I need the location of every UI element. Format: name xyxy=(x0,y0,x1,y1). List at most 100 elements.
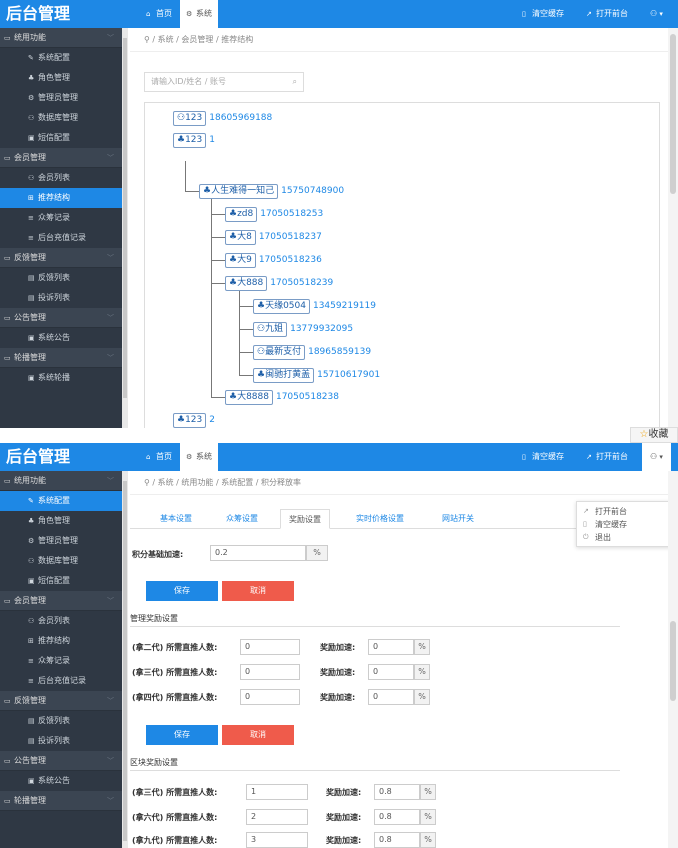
sidebar-item-system-carousel[interactable]: ▣ 系统轮播 xyxy=(0,368,122,388)
sidebar-item-feedback-list[interactable]: ▤ 反馈列表 xyxy=(0,711,122,731)
tree-node[interactable]: ♣大9 17050518236 xyxy=(225,253,322,268)
reward-speed-input[interactable]: 0.8 xyxy=(374,832,420,848)
reward-speed-input[interactable]: 0.8 xyxy=(374,784,420,800)
sidebar-group-general[interactable]: ▭ 统用功能 ﹀ xyxy=(0,28,122,48)
tree-node[interactable]: ♣人生难得一知己 15750748900 xyxy=(199,184,344,199)
manage-count-input[interactable]: 0 xyxy=(240,664,300,680)
tree-node[interactable]: ♣123 2 xyxy=(173,413,215,428)
sidebar-item-feedback-list[interactable]: ▤ 反馈列表 xyxy=(0,268,122,288)
tree-node[interactable]: ⚇123 18605969188 xyxy=(173,111,272,126)
tree-node[interactable]: ♣123 1 xyxy=(173,133,215,148)
main-scrollbar[interactable] xyxy=(668,471,678,848)
sidebar-item-roles[interactable]: ♣ 角色管理 xyxy=(0,68,122,88)
sidebar-item-recharge[interactable]: ≡ 后台充值记录 xyxy=(0,228,122,248)
sidebar-item-system-notice[interactable]: ▣ 系统公告 xyxy=(0,328,122,348)
tab-basic-settings[interactable]: 基本设置 xyxy=(160,509,192,529)
sidebar-group-carousel[interactable]: ▭ 轮播管理 ﹀ xyxy=(0,791,122,811)
sidebar-group-feedback[interactable]: ▭ 反馈管理 ﹀ xyxy=(0,691,122,711)
tree-node[interactable]: ♣天缘0504 13459219119 xyxy=(253,299,376,314)
sitemap-icon: ♣ xyxy=(28,74,35,82)
sidebar-group-notice[interactable]: ▭ 公告管理 ﹀ xyxy=(0,751,122,771)
sidebar-item-referral-tree[interactable]: ⊞ 推荐结构 xyxy=(0,188,122,208)
sidebar-group-carousel[interactable]: ▭ 轮播管理 ﹀ xyxy=(0,348,122,368)
sidebar-item-crowdfund[interactable]: ≡ 众筹记录 xyxy=(0,651,122,671)
sidebar-item-referral-tree[interactable]: ⊞ 推荐结构 xyxy=(0,631,122,651)
sidebar-item-admins[interactable]: ⚙ 管理员管理 xyxy=(0,531,122,551)
sidebar-item-admins[interactable]: ⚙ 管理员管理 xyxy=(0,88,122,108)
dropdown-logout[interactable]: ⏻ 退出 xyxy=(577,531,677,544)
reward-speed-input[interactable]: 0 xyxy=(368,664,414,680)
clear-cache-button[interactable]: ▯ 清空缓存 xyxy=(522,0,564,28)
sidebar-item-recharge[interactable]: ≡ 后台充值记录 xyxy=(0,671,122,691)
tab-system[interactable]: ⚙ 系统 xyxy=(180,443,218,471)
sidebar-group-notice[interactable]: ▭ 公告管理 ﹀ xyxy=(0,308,122,328)
tab-reward-settings[interactable]: 奖励设置 xyxy=(280,509,330,529)
sidebar-group-members[interactable]: ▭ 会员管理 ﹀ xyxy=(0,148,122,168)
search-input[interactable]: 请输入ID/姓名 / 账号 ⌕ xyxy=(144,72,304,92)
cancel-button[interactable]: 取消 xyxy=(222,581,294,601)
tree-node[interactable]: ⚇最新支付 18965859139 xyxy=(253,345,371,360)
tab-system[interactable]: ⚙ 系统 xyxy=(180,0,218,28)
sidebar-group-members[interactable]: ▭ 会员管理 ﹀ xyxy=(0,591,122,611)
sidebar-item-complaints[interactable]: ▤ 投诉列表 xyxy=(0,731,122,751)
reward-speed-input[interactable]: 0.8 xyxy=(374,809,420,825)
block-count-input[interactable]: 1 xyxy=(246,784,308,800)
sidebar-group-general[interactable]: ▭ 统用功能 ﹀ xyxy=(0,471,122,491)
main-scroll-thumb[interactable] xyxy=(670,621,676,701)
sidebar-item-crowdfund[interactable]: ≡ 众筹记录 xyxy=(0,208,122,228)
tab-home[interactable]: ⌂ 首页 xyxy=(140,443,178,471)
tab-site-switch[interactable]: 网站开关 xyxy=(442,509,474,529)
sidebar-item-system-config[interactable]: ✎ 系统配置 xyxy=(0,48,122,68)
search-icon[interactable]: ⌕ xyxy=(293,73,297,91)
sidebar-item-member-list[interactable]: ⚇ 会员列表 xyxy=(0,611,122,631)
block-count-input[interactable]: 2 xyxy=(246,809,308,825)
base-speed-input[interactable]: 0.2 xyxy=(210,545,306,561)
clear-cache-button[interactable]: ▯ 清空缓存 xyxy=(522,443,564,471)
tab-price-settings[interactable]: 实时价格设置 xyxy=(356,509,404,529)
gear-icon: ⚙ xyxy=(28,94,35,102)
sidebar-item-member-list[interactable]: ⚇ 会员列表 xyxy=(0,168,122,188)
save-button[interactable]: 保存 xyxy=(146,581,218,601)
main-scroll-thumb[interactable] xyxy=(670,34,676,194)
favorite-button[interactable]: ☆收藏 xyxy=(630,427,678,443)
sidebar-item-system-notice[interactable]: ▣ 系统公告 xyxy=(0,771,122,791)
sidebar-scroll-thumb[interactable] xyxy=(123,481,127,841)
sidebar-item-roles[interactable]: ♣ 角色管理 xyxy=(0,511,122,531)
sidebar-scrollbar[interactable] xyxy=(122,471,128,848)
reward-speed-input[interactable]: 0 xyxy=(368,689,414,705)
tree-node[interactable]: ♣大888 17050518239 xyxy=(225,276,333,291)
sidebar-scroll-thumb[interactable] xyxy=(123,38,127,398)
dropdown-clear-cache[interactable]: ▯ 清空缓存 xyxy=(577,518,677,531)
open-front-button[interactable]: ↗ 打开前台 xyxy=(586,443,628,471)
sidebar-item-system-config[interactable]: ✎ 系统配置 xyxy=(0,491,122,511)
sidebar-item-database[interactable]: ⚇ 数据库管理 xyxy=(0,551,122,571)
block-count-input[interactable]: 3 xyxy=(246,832,308,848)
save-button[interactable]: 保存 xyxy=(146,725,218,745)
folder-icon: ▭ xyxy=(4,254,11,262)
grid-icon: ⊞ xyxy=(28,194,34,202)
reward-speed-input[interactable]: 0 xyxy=(368,639,414,655)
manage-count-input[interactable]: 0 xyxy=(240,639,300,655)
tab-crowdfund-settings[interactable]: 众筹设置 xyxy=(226,509,258,529)
tree-node[interactable]: ⚇九姐 13779932095 xyxy=(253,322,353,337)
manage-count-input[interactable]: 0 xyxy=(240,689,300,705)
dropdown-open-front[interactable]: ↗ 打开前台 xyxy=(577,505,677,518)
sidebar-item-sms[interactable]: ▣ 短信配置 xyxy=(0,128,122,148)
cancel-button[interactable]: 取消 xyxy=(222,725,294,745)
tree-node[interactable]: ♣大8888 17050518238 xyxy=(225,390,339,405)
sidebar-group-feedback[interactable]: ▭ 反馈管理 ﹀ xyxy=(0,248,122,268)
user-menu-button[interactable]: ⚇ ▾ xyxy=(650,0,663,28)
chevron-down-icon: ﹀ xyxy=(107,254,114,262)
tree-node[interactable]: ♣zd8 17050518253 xyxy=(225,207,323,222)
sidebar-item-complaints[interactable]: ▤ 投诉列表 xyxy=(0,288,122,308)
main-scrollbar[interactable] xyxy=(668,28,678,428)
tab-home[interactable]: ⌂ 首页 xyxy=(140,0,178,28)
sidebar-scrollbar[interactable] xyxy=(122,28,128,428)
sidebar-item-database[interactable]: ⚇ 数据库管理 xyxy=(0,108,122,128)
open-front-button[interactable]: ↗ 打开前台 xyxy=(586,0,628,28)
user-menu-button[interactable]: ⚇ ▾ xyxy=(642,443,671,471)
sidebar-item-sms[interactable]: ▣ 短信配置 xyxy=(0,571,122,591)
folder-icon: ▭ xyxy=(4,477,11,485)
tree-node[interactable]: ♣闽驰打黄盖 15710617901 xyxy=(253,368,380,383)
tree-node[interactable]: ♣大8 17050518237 xyxy=(225,230,322,245)
